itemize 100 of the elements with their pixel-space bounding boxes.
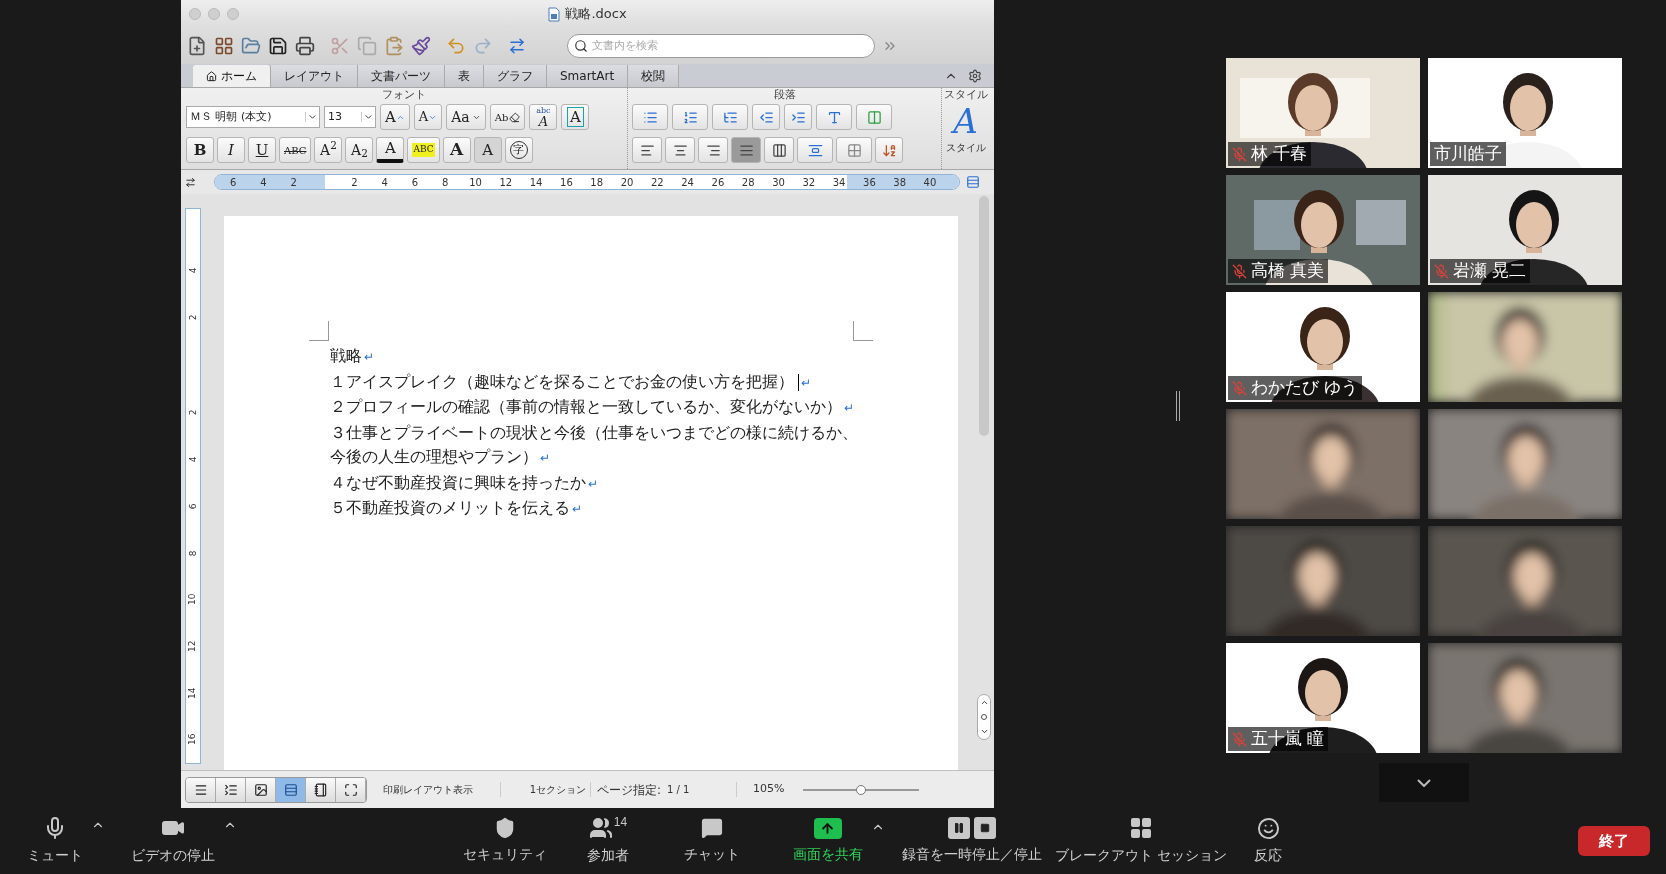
- ruler-number: 4: [380, 175, 389, 189]
- toolbar-button[interactable]: 録音を一時停止／停止: [902, 817, 1042, 865]
- enclose-button[interactable]: 字: [504, 137, 533, 163]
- toolbar-button[interactable]: チャット: [684, 817, 740, 865]
- sort-icon: [881, 142, 897, 158]
- ruler-number: 2: [186, 409, 199, 416]
- toolbar-button[interactable]: 14 参加者: [587, 816, 629, 866]
- alignment-button[interactable]: [632, 137, 662, 163]
- toolbar-button[interactable]: 反応: [1254, 816, 1282, 866]
- resize-handle[interactable]: [1176, 391, 1180, 421]
- columns-button[interactable]: [856, 104, 892, 130]
- alignment-button[interactable]: [764, 137, 794, 163]
- muted-mic-icon: [1232, 380, 1247, 396]
- increase-indent-button[interactable]: [784, 104, 812, 130]
- text-direction-button[interactable]: [816, 104, 852, 130]
- document-paragraph: ４なぜ不動産投資に興味を持ったか↵: [330, 472, 599, 493]
- participant-count: 14: [613, 814, 628, 831]
- toolbar-button[interactable]: ミュート: [5, 816, 105, 866]
- view-button[interactable]: [216, 777, 246, 802]
- font-color-button[interactable]: A: [376, 137, 405, 163]
- view-button[interactable]: [186, 777, 216, 802]
- toolbar-button[interactable]: 画面を共有: [770, 817, 885, 865]
- window-title: 戦略.docx: [565, 5, 627, 24]
- print-icon[interactable]: [295, 36, 315, 56]
- italic-button[interactable]: I: [217, 137, 245, 163]
- ribbon-tab[interactable]: グラフ: [484, 65, 547, 87]
- numbering-button[interactable]: [672, 104, 708, 130]
- phonetic-button[interactable]: abc A: [529, 104, 558, 130]
- settings-icon[interactable]: [968, 69, 982, 83]
- bold-button[interactable]: B: [186, 137, 214, 163]
- change-case-button[interactable]: Aa: [446, 104, 486, 130]
- stop-icon: [974, 817, 996, 839]
- text-effect-button[interactable]: A: [442, 137, 471, 163]
- font-name-field[interactable]: ＭＳ 明朝 (本文): [186, 106, 320, 128]
- toolbar-button[interactable]: ビデオの停止: [108, 816, 237, 866]
- toolbar-button[interactable]: ブレークアウト セッション: [1055, 816, 1227, 866]
- grow-font-button[interactable]: A: [380, 104, 410, 130]
- shrink-font-button[interactable]: A: [413, 104, 443, 130]
- tab-stop-icon[interactable]: [185, 176, 196, 188]
- ribbon-tab[interactable]: ホーム: [193, 65, 271, 87]
- outdent-icon: [758, 109, 774, 125]
- ruler-number: 10: [186, 593, 199, 606]
- toggle-icon[interactable]: [508, 37, 526, 55]
- border-font-button[interactable]: A: [561, 104, 590, 130]
- group-label: スタイル: [943, 88, 988, 102]
- gallery-icon[interactable]: [214, 36, 234, 56]
- highlight-button[interactable]: ABC: [407, 137, 440, 163]
- ribbon-tab[interactable]: SmartArt: [547, 65, 629, 87]
- alignment-button[interactable]: [665, 137, 695, 163]
- page-nav-control[interactable]: [977, 694, 991, 740]
- view-toggle-icon[interactable]: [966, 175, 980, 189]
- save-icon[interactable]: [268, 36, 288, 56]
- zoom-slider[interactable]: [803, 784, 919, 795]
- muted-mic-icon: [1232, 731, 1247, 747]
- script-button[interactable]: A$^{2}$: [314, 137, 343, 163]
- ribbon-tab[interactable]: 校閲: [628, 65, 680, 87]
- scrollbar-thumb[interactable]: [979, 196, 989, 436]
- search-input[interactable]: 文書内を検索: [592, 37, 868, 55]
- style-label: スタイル: [945, 141, 986, 155]
- toolbar-button[interactable]: セキュリティ: [463, 817, 547, 865]
- end-button[interactable]: 終了: [1578, 826, 1650, 856]
- ruler-number: 2: [186, 314, 199, 320]
- decrease-indent-button[interactable]: [752, 104, 780, 130]
- new-document-icon[interactable]: [187, 36, 207, 56]
- ruler-number: 12: [498, 175, 514, 189]
- sort-button[interactable]: [875, 137, 903, 163]
- ruler-number: 6: [228, 175, 238, 189]
- slider-thumb[interactable]: [856, 784, 866, 795]
- line-spacing-button[interactable]: [797, 137, 833, 163]
- smiley-icon: [1256, 816, 1280, 840]
- ruler-number: 4: [186, 267, 199, 274]
- view-button[interactable]: [306, 777, 336, 802]
- participant-name: 林 千春: [1251, 143, 1307, 166]
- search-field[interactable]: 文書内を検索: [567, 34, 875, 58]
- muted-mic-icon: [1232, 263, 1247, 279]
- phonetic-label: abc: [536, 106, 551, 115]
- multilevel-button[interactable]: [712, 104, 748, 130]
- underline-button[interactable]: U: [248, 137, 276, 163]
- alignment-button[interactable]: [698, 137, 728, 163]
- bullets-button[interactable]: [632, 104, 668, 130]
- view-icon: [343, 782, 358, 797]
- strikethrough-button[interactable]: ABC: [279, 137, 312, 163]
- paragraph-mark: ↵: [801, 375, 811, 390]
- columns-icon: [866, 109, 882, 125]
- borders-button[interactable]: [836, 137, 872, 163]
- ruler-number: 16: [559, 175, 574, 189]
- ribbon-tab[interactable]: レイアウト: [271, 65, 358, 87]
- ribbon-tab[interactable]: 表: [445, 65, 484, 87]
- view-button[interactable]: [336, 777, 366, 802]
- styles-button[interactable]: A スタイル: [945, 102, 986, 155]
- open-folder-icon[interactable]: [241, 36, 261, 56]
- ruler-number: 14: [528, 175, 544, 189]
- script-button[interactable]: A$_{2}$: [345, 137, 374, 163]
- paintbrush-icon[interactable]: [411, 36, 431, 56]
- clear-format-button[interactable]: Ab: [489, 104, 526, 130]
- shading-button[interactable]: A: [473, 137, 502, 163]
- section-count: 1セクション: [501, 782, 591, 797]
- view-button[interactable]: [246, 777, 276, 802]
- ribbon-tab[interactable]: 文書パーツ: [358, 65, 445, 87]
- font-size-field[interactable]: 13: [324, 106, 376, 128]
